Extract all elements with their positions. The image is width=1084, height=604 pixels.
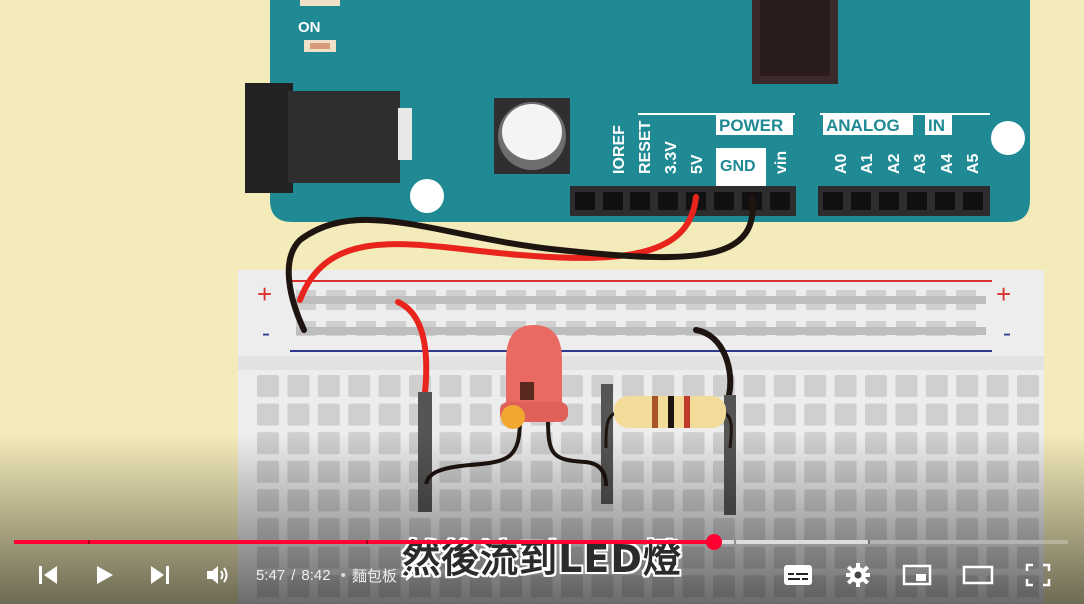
pin-label-a0: A0: [833, 153, 850, 174]
analog-label: ANALOG: [826, 116, 900, 135]
mute-button[interactable]: [200, 552, 236, 598]
chapter-marker: [88, 540, 90, 544]
play-icon: [97, 566, 113, 584]
pin-label-a5: A5: [965, 153, 982, 174]
led: [500, 325, 568, 429]
on-label: ON: [298, 19, 321, 36]
rail-minus-right: -: [1003, 320, 1011, 347]
chapter-dot: •: [340, 566, 346, 584]
rail-minus-left: -: [262, 320, 270, 347]
progress-played: [14, 540, 714, 544]
duration: 8:42: [301, 566, 331, 584]
resistor: [614, 396, 726, 428]
player-controls: 5:47 / 8:42 • 麵包板: [0, 552, 1084, 598]
chapter-marker: [734, 540, 736, 544]
arduino-board: ON POWER ANALOG IN IOREF RESET 3.3V 5V v…: [245, 0, 1030, 222]
power-jack: [245, 83, 412, 193]
miniplayer-button[interactable]: [899, 552, 935, 598]
previous-icon: [39, 566, 57, 584]
play-button[interactable]: [88, 552, 120, 598]
fullscreen-icon: [1025, 563, 1051, 587]
pin-label-a2: A2: [886, 153, 903, 174]
pin-label-reset: RESET: [637, 120, 654, 174]
pin-label-vin: vin: [773, 151, 790, 174]
miniplayer-icon: [902, 564, 932, 586]
in-label: IN: [928, 116, 945, 135]
pin-label-gnd: GND: [720, 158, 756, 175]
power-label: POWER: [719, 116, 783, 135]
video-frame[interactable]: ON POWER ANALOG IN IOREF RESET 3.3V 5V v…: [0, 0, 1084, 604]
pin-label-ioref: IOREF: [611, 125, 628, 174]
rail-plus-right: +: [996, 279, 1011, 309]
volume-icon: [207, 566, 228, 584]
chapter-title[interactable]: 麵包板: [352, 565, 397, 586]
progress-scrubber[interactable]: [705, 534, 722, 550]
theater-icon: [962, 565, 994, 585]
gear-icon: [846, 563, 870, 587]
settings-button[interactable]: [840, 552, 876, 598]
previous-button[interactable]: [32, 552, 64, 598]
power-header: [570, 186, 796, 216]
next-icon: [151, 566, 169, 584]
time-display: 5:47 / 8:42 • 麵包板: [256, 552, 415, 598]
current-time: 5:47: [256, 566, 286, 584]
pin-label-a3: A3: [912, 153, 929, 174]
pin-label-a4: A4: [939, 153, 956, 174]
fullscreen-button[interactable]: [1020, 552, 1056, 598]
subtitles-button[interactable]: [780, 552, 816, 598]
chapter-marker: [366, 540, 368, 544]
analog-header: [818, 186, 990, 216]
chapter-marker: [868, 540, 870, 544]
next-button[interactable]: [144, 552, 176, 598]
rail-plus-left: +: [257, 279, 272, 309]
pin-label-5v: 5V: [689, 154, 706, 174]
time-separator: /: [291, 566, 296, 584]
progress-bar[interactable]: [14, 534, 1068, 550]
capacitor: [494, 98, 570, 174]
pin-label-3v3: 3.3V: [663, 141, 680, 174]
subtitles-icon: [784, 565, 812, 585]
theater-mode-button[interactable]: [959, 552, 997, 598]
chevron-right-icon[interactable]: [403, 568, 415, 582]
pin-label-a1: A1: [859, 153, 876, 174]
